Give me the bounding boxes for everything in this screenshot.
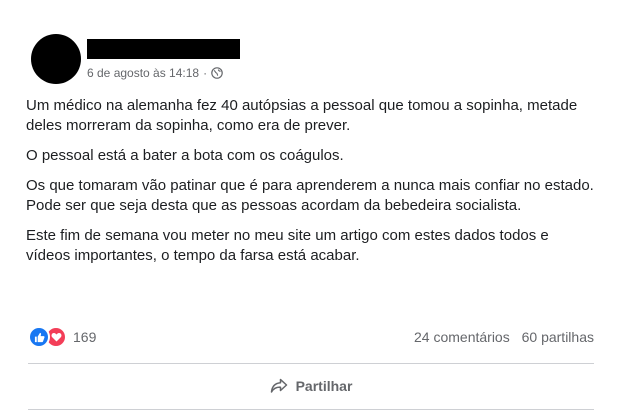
share-arrow-icon [270,378,287,393]
shares-link[interactable]: 60 partilhas [522,329,594,345]
meta-separator: · [203,66,208,80]
globe-icon [211,67,223,79]
divider [28,409,594,410]
post-body: Um médico na alemanha fez 40 autópsias a… [26,96,596,276]
share-label: Partilhar [295,378,353,394]
post-stats: 169 24 comentários 60 partilhas [28,325,594,349]
reaction-count: 169 [73,329,97,345]
post-meta: 6 de agosto às 14:18 · [87,66,223,80]
post-header: 6 de agosto às 14:18 · [31,34,591,86]
reactions-summary[interactable]: 169 [28,326,96,348]
facebook-post: 6 de agosto às 14:18 · Um médico na alem… [0,0,621,419]
divider [28,363,594,364]
post-paragraph: Este fim de semana vou meter no meu site… [26,227,549,264]
avatar[interactable] [31,34,81,84]
post-paragraph: Um médico na alemanha fez 40 autópsias a… [26,97,578,134]
post-paragraph: O pessoal está a bater a bota com os coá… [26,147,344,164]
post-timestamp[interactable]: 6 de agosto às 14:18 [87,66,199,80]
engagement-stats: 24 comentários 60 partilhas [406,329,594,345]
post-paragraph: Os que tomaram vão patinar que é para ap… [26,177,594,214]
like-icon [28,326,50,348]
share-button[interactable]: Partilhar [28,366,594,406]
comments-link[interactable]: 24 comentários [414,329,510,345]
author-name-redacted[interactable] [87,39,240,59]
